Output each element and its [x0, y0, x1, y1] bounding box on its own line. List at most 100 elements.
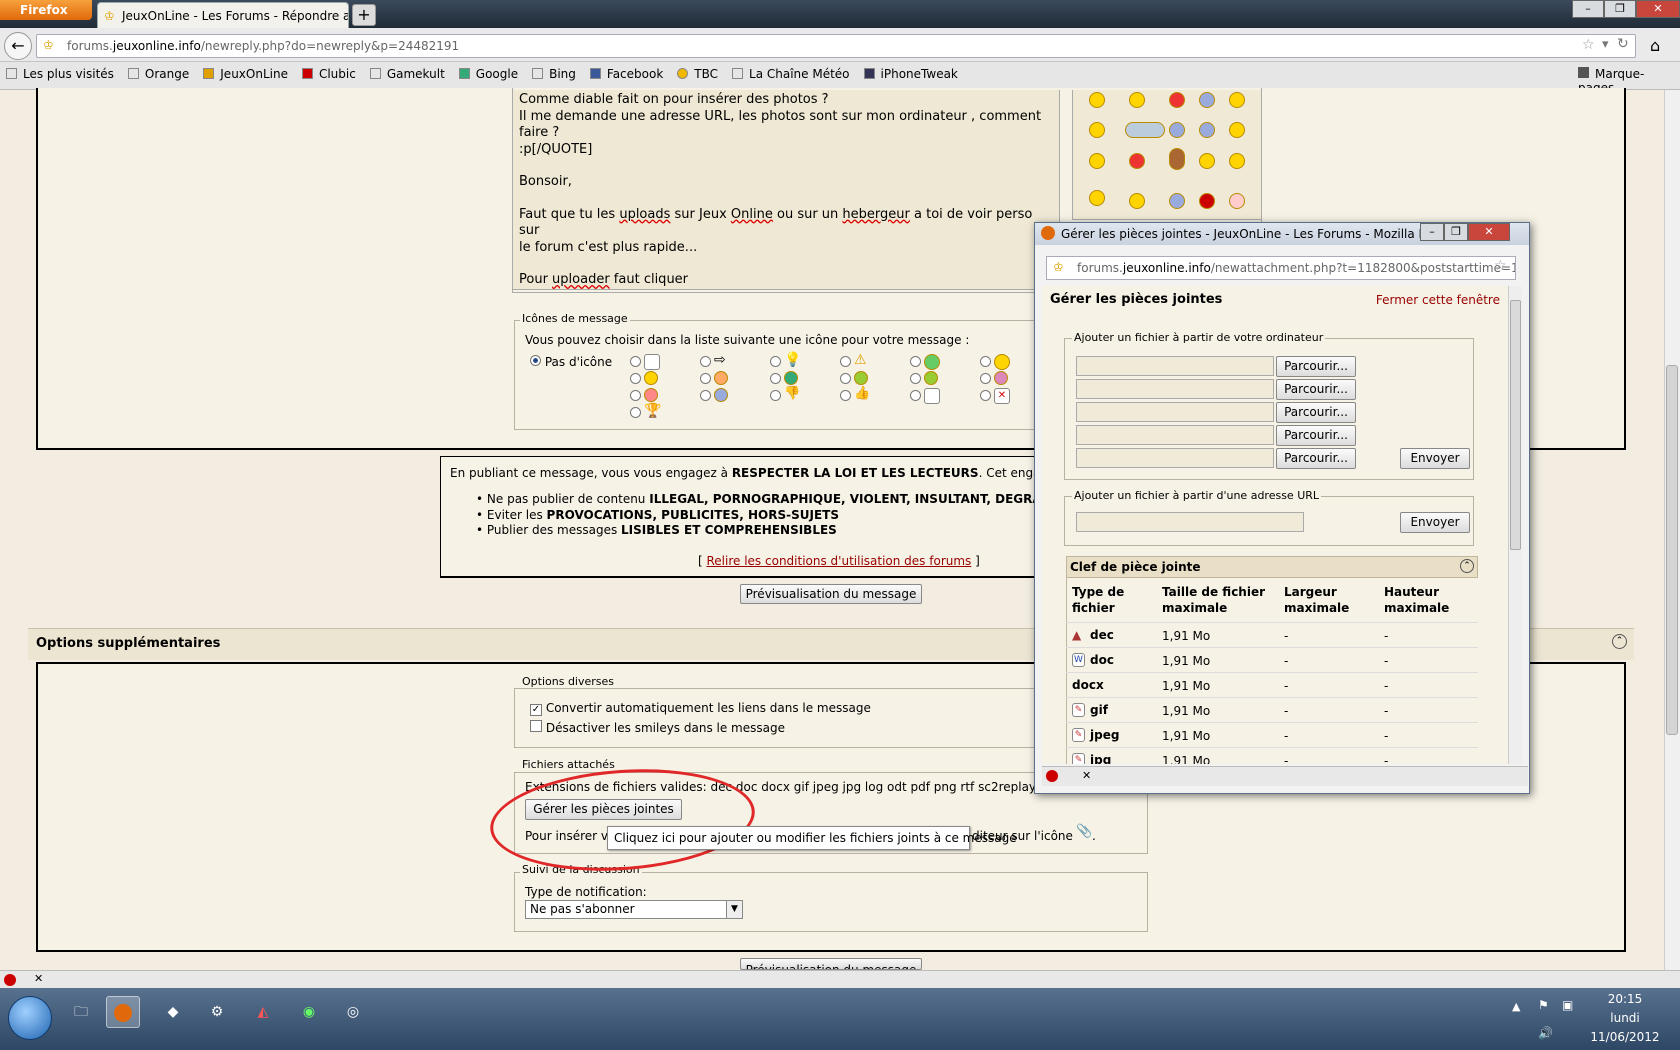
bookmark-item[interactable]: Google	[458, 67, 518, 89]
new-tab-button[interactable]: +	[352, 4, 376, 26]
close-icon[interactable]: ✕	[34, 972, 43, 985]
smiley-icon[interactable]	[1169, 148, 1185, 170]
close-icon[interactable]: ✕	[1082, 769, 1091, 782]
icon-radio[interactable]	[630, 373, 641, 384]
popup-close-button[interactable]: ✕	[1468, 223, 1510, 241]
disable-smileys-checkbox[interactable]	[530, 720, 542, 732]
flag-icon[interactable]: ⚑	[1538, 998, 1549, 1012]
smiley-icon[interactable]	[1199, 92, 1215, 108]
preview-button[interactable]: Prévisualisation du message	[740, 584, 922, 604]
icon-radio[interactable]	[840, 356, 851, 367]
upload-send-button[interactable]: Envoyer	[1400, 448, 1470, 469]
icon-radio[interactable]	[980, 356, 991, 367]
no-icon-option[interactable]: Pas d'icône	[530, 355, 612, 369]
preview-button-bottom[interactable]: Prévisualisation du message	[740, 958, 922, 970]
browse-button-1[interactable]: Parcourir...	[1276, 356, 1356, 377]
bookmark-item[interactable]: Les plus visités	[6, 67, 114, 89]
bookmark-item[interactable]: JeuxOnLine	[203, 67, 288, 89]
utorrent-icon[interactable]: ◉	[292, 996, 326, 1028]
app-icon[interactable]: ◭	[246, 996, 280, 1028]
icon-radio[interactable]	[630, 356, 641, 367]
file-input-1[interactable]	[1076, 356, 1274, 376]
convert-links-checkbox[interactable]: ✓	[530, 704, 542, 716]
file-input-4[interactable]	[1076, 425, 1274, 445]
terms-link[interactable]: Relire les conditions d'utilisation des …	[707, 554, 972, 568]
popup-address-bar[interactable]: ♔ forums.jeuxonline.info/newattachment.p…	[1046, 256, 1516, 280]
collapse-icon[interactable]: ⌃	[1612, 634, 1627, 649]
tray-arrow-icon[interactable]: ▲	[1512, 1000, 1520, 1013]
icon-radio[interactable]	[980, 390, 991, 401]
explorer-icon[interactable]: 🗀	[64, 996, 98, 1028]
smiley-icon[interactable]	[1129, 153, 1145, 169]
popup-bookmark-star-icon[interactable]: ☆	[1494, 258, 1507, 274]
smiley-icon[interactable]	[1125, 122, 1165, 138]
url-send-button[interactable]: Envoyer	[1400, 512, 1470, 533]
icon-radio[interactable]	[700, 356, 711, 367]
smiley-icon[interactable]	[1089, 122, 1105, 138]
reload-icon[interactable]: ↻	[1617, 36, 1629, 52]
bookmark-item[interactable]: Bing	[532, 67, 576, 89]
icon-radio[interactable]	[910, 373, 921, 384]
icon-radio[interactable]	[770, 373, 781, 384]
smiley-icon[interactable]	[1229, 193, 1245, 209]
smiley-icon[interactable]	[1129, 92, 1145, 108]
browse-button-3[interactable]: Parcourir...	[1276, 402, 1356, 423]
convert-links-option[interactable]: ✓ Convertir automatiquement les liens da…	[530, 701, 871, 716]
bookmark-item[interactable]: TBC	[677, 67, 718, 89]
smiley-icon[interactable]	[1089, 153, 1105, 169]
url-input[interactable]	[1076, 512, 1304, 532]
disable-smileys-option[interactable]: Désactiver les smileys dans le message	[530, 720, 785, 735]
smiley-icon[interactable]	[1169, 122, 1185, 138]
smiley-icon[interactable]	[1199, 153, 1215, 169]
smiley-icon[interactable]	[1199, 193, 1215, 209]
smiley-icon[interactable]	[1089, 190, 1105, 206]
smiley-icon[interactable]	[1229, 92, 1245, 108]
icon-radio[interactable]	[770, 390, 781, 401]
browse-button-4[interactable]: Parcourir...	[1276, 425, 1356, 446]
smiley-icon[interactable]	[1089, 92, 1105, 108]
smiley-icon[interactable]	[1129, 193, 1145, 209]
no-icon-radio[interactable]	[530, 355, 541, 366]
browse-button-5[interactable]: Parcourir...	[1276, 448, 1356, 469]
file-input-5[interactable]	[1076, 448, 1274, 468]
firefox-menu-button[interactable]: Firefox	[0, 0, 92, 20]
select-arrow-icon[interactable]: ▼	[726, 901, 742, 918]
itunes-icon[interactable]: ◎	[336, 996, 370, 1028]
icon-radio[interactable]	[840, 390, 851, 401]
app-icon[interactable]: ⚙	[200, 996, 234, 1028]
icon-radio[interactable]	[700, 390, 711, 401]
smiley-icon[interactable]	[1169, 92, 1185, 108]
notification-select[interactable]: Ne pas s'abonner ▼	[525, 900, 743, 919]
popup-maximize-button[interactable]: ❐	[1444, 223, 1468, 241]
collapse-icon[interactable]: ⌃	[1460, 559, 1474, 573]
icon-radio[interactable]	[770, 356, 781, 367]
popup-scrollbar-thumb[interactable]	[1510, 300, 1521, 550]
icon-radio[interactable]	[630, 390, 641, 401]
adblock-icon[interactable]	[4, 974, 16, 986]
bookmark-item[interactable]: Orange	[127, 67, 189, 89]
smiley-icon[interactable]	[1229, 153, 1245, 169]
smiley-icon[interactable]	[1199, 122, 1215, 138]
start-button[interactable]	[8, 996, 52, 1040]
bookmark-item[interactable]: iPhoneTweak	[863, 67, 958, 89]
icon-radio[interactable]	[630, 407, 641, 418]
network-icon[interactable]: ▣	[1562, 998, 1573, 1012]
icon-radio[interactable]	[910, 390, 921, 401]
browser-tab[interactable]: ♔ JeuxOnLine - Les Forums - Répondre au …	[97, 2, 349, 28]
address-bar[interactable]: ♔ forums.jeuxonline.info/newreply.php?do…	[36, 34, 1636, 58]
taskbar-clock[interactable]: 20:15 lundi 11/06/2012	[1590, 990, 1660, 1047]
popup-scrollbar[interactable]	[1508, 286, 1522, 764]
page-scrollbar-thumb[interactable]	[1666, 365, 1678, 735]
bookmark-item[interactable]: La Chaîne Météo	[732, 67, 850, 89]
smiley-icon[interactable]	[1229, 122, 1245, 138]
file-input-3[interactable]	[1076, 402, 1274, 422]
file-input-2[interactable]	[1076, 379, 1274, 399]
close-window-link[interactable]: Fermer cette fenêtre	[1376, 293, 1500, 307]
browse-button-2[interactable]: Parcourir...	[1276, 379, 1356, 400]
bookmark-item[interactable]: Gamekult	[369, 67, 445, 89]
maximize-button[interactable]: ❐	[1604, 0, 1636, 18]
smiley-icon[interactable]	[1169, 193, 1185, 209]
firefox-taskbar-icon[interactable]	[106, 996, 140, 1028]
app-icon[interactable]: ◆	[156, 996, 190, 1028]
message-editor[interactable]: Comme diable fait on pour insérer des ph…	[512, 90, 1060, 290]
